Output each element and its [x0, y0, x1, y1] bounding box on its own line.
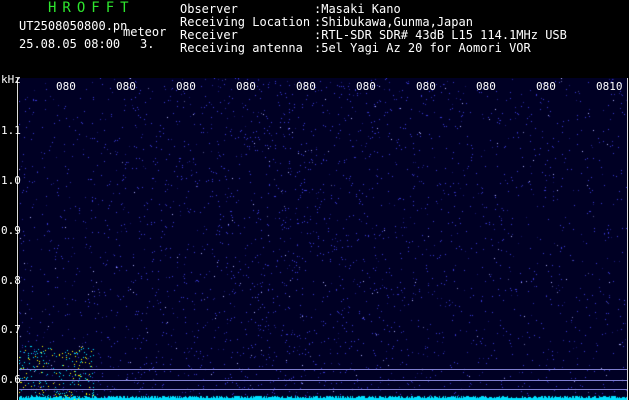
y-tick-label: 1.1 [1, 124, 21, 137]
right-axis-line [627, 78, 628, 400]
meta-row-antenna: Receiving antenna :5el Yagi Az 20 for Ao… [180, 42, 567, 55]
x-tick-label: 080 [236, 80, 256, 93]
spectrogram-canvas [19, 78, 627, 400]
metadata-panel: Observer :Masaki Kano Receiving Location… [180, 3, 567, 55]
reference-line [19, 389, 627, 390]
app-title: HROFFT [48, 0, 135, 16]
y-tick-label: 1.0 [1, 174, 21, 187]
y-axis-unit: kHz [1, 73, 21, 86]
x-tick-label: 080 [176, 80, 196, 93]
x-tick-label: 080 [536, 80, 556, 93]
y-tick-label: 0.8 [1, 274, 21, 287]
x-tick-label: 080 [116, 80, 136, 93]
x-tick-label: 080 [56, 80, 76, 93]
file-name: UT2508050800.pn [19, 19, 128, 33]
meta-value: :5el Yagi Az 20 for Aomori VOR [314, 41, 531, 55]
meteor-count: 3. [140, 37, 155, 51]
x-tick-label: 080 [416, 80, 436, 93]
meta-key: Receiving antenna [180, 41, 303, 55]
y-tick-label: 0.9 [1, 224, 21, 237]
y-tick-label: 0.6 [1, 373, 21, 386]
reference-line [19, 380, 627, 381]
x-tick-label: 080 [476, 80, 496, 93]
date-time: 25.08.05 08:00 [19, 37, 121, 51]
y-tick-label: 0.7 [1, 323, 21, 336]
reference-line [19, 369, 627, 370]
x-tick-label: 080 [356, 80, 376, 93]
x-tick-label: 0810 [596, 80, 623, 93]
x-tick-label: 080 [296, 80, 316, 93]
